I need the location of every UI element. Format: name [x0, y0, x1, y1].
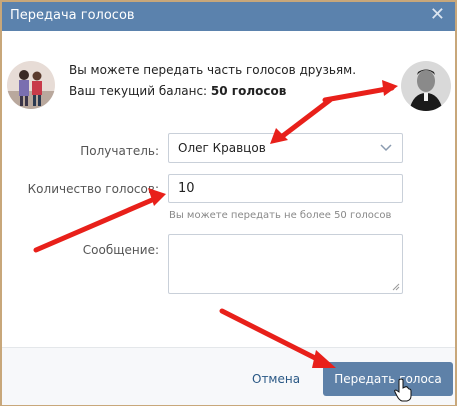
count-hint: Вы можете передать не более 50 голосов: [169, 210, 392, 221]
recipient-select[interactable]: Олег Кравцов: [168, 133, 403, 163]
dialog-title: Передача голосов: [10, 8, 135, 23]
message-label: Сообщение:: [82, 243, 159, 257]
count-label: Количество голосов:: [27, 182, 159, 196]
info-text: Вы можете передать часть голосов друзьям…: [69, 63, 357, 77]
dialog-frame: [0, 0, 457, 406]
count-value: 10: [178, 181, 195, 196]
balance-label: Ваш текущий баланс:: [69, 84, 208, 98]
message-textarea[interactable]: [168, 234, 403, 294]
recipient-avatar: [401, 61, 451, 111]
chevron-down-icon: [380, 144, 392, 152]
hand-cursor-icon: [394, 378, 412, 402]
recipient-label: Получатель:: [80, 144, 159, 158]
dialog-header: Передача голосов ✕: [2, 2, 455, 31]
resize-grip-icon[interactable]: [392, 283, 400, 291]
balance-value: 50 голосов: [210, 84, 287, 98]
submit-votes-button[interactable]: Передать голоса: [323, 362, 453, 396]
close-icon[interactable]: ✕: [430, 6, 445, 24]
balance-line: Ваш текущий баланс: 50 голосов: [69, 84, 286, 98]
count-input[interactable]: 10: [168, 174, 403, 203]
cancel-button[interactable]: Отмена: [252, 372, 300, 386]
recipient-value: Олег Кравцов: [178, 141, 266, 155]
friends-avatar: [7, 61, 55, 109]
